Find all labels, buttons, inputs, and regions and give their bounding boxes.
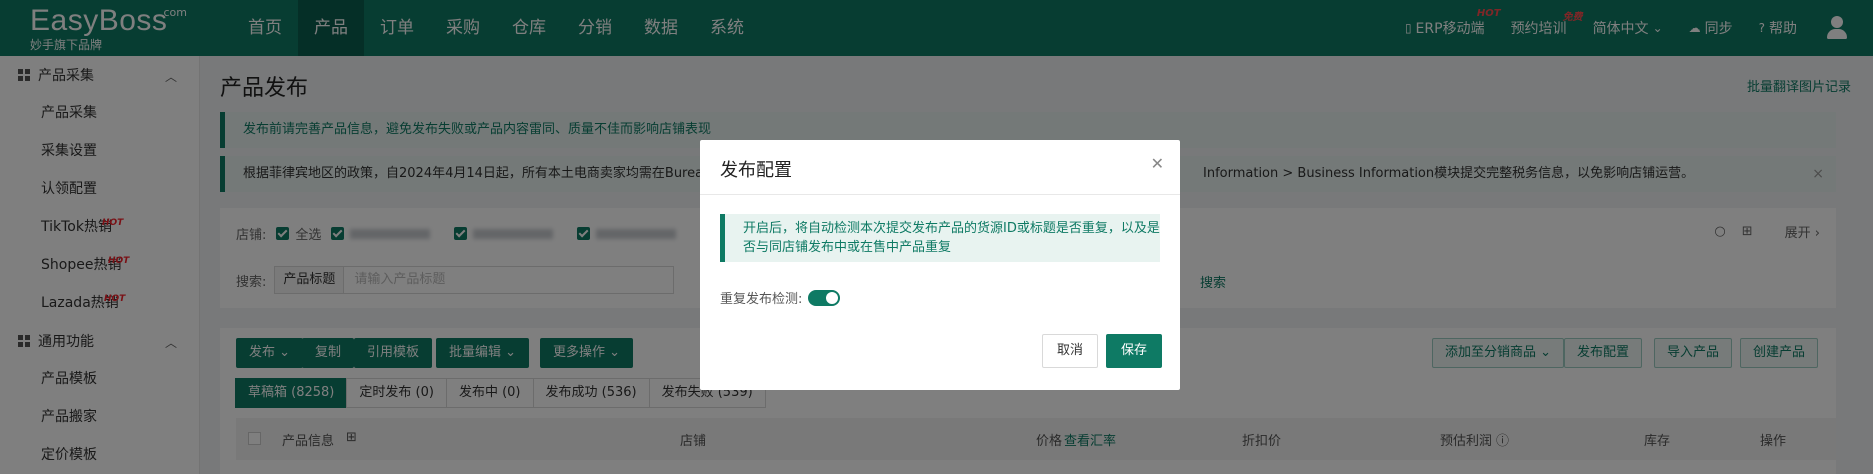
divider <box>700 194 1180 195</box>
dialog-tip: 开启后，将自动检测本次提交发布产品的货源ID或标题是否重复，以及是否与同店铺发布… <box>720 214 1160 262</box>
close-icon[interactable]: ✕ <box>1151 154 1164 173</box>
dialog-title: 发布配置 <box>720 160 792 181</box>
duplicate-check-row: 重复发布检测: <box>720 288 841 307</box>
save-button[interactable]: 保存 <box>1106 334 1163 368</box>
duplicate-check-label: 重复发布检测: <box>720 292 803 307</box>
publish-config-dialog: 发布配置 ✕ 开启后，将自动检测本次提交发布产品的货源ID或标题是否重复，以及是… <box>700 140 1180 390</box>
duplicate-check-toggle[interactable] <box>808 289 841 306</box>
cancel-button[interactable]: 取消 <box>1042 334 1099 368</box>
